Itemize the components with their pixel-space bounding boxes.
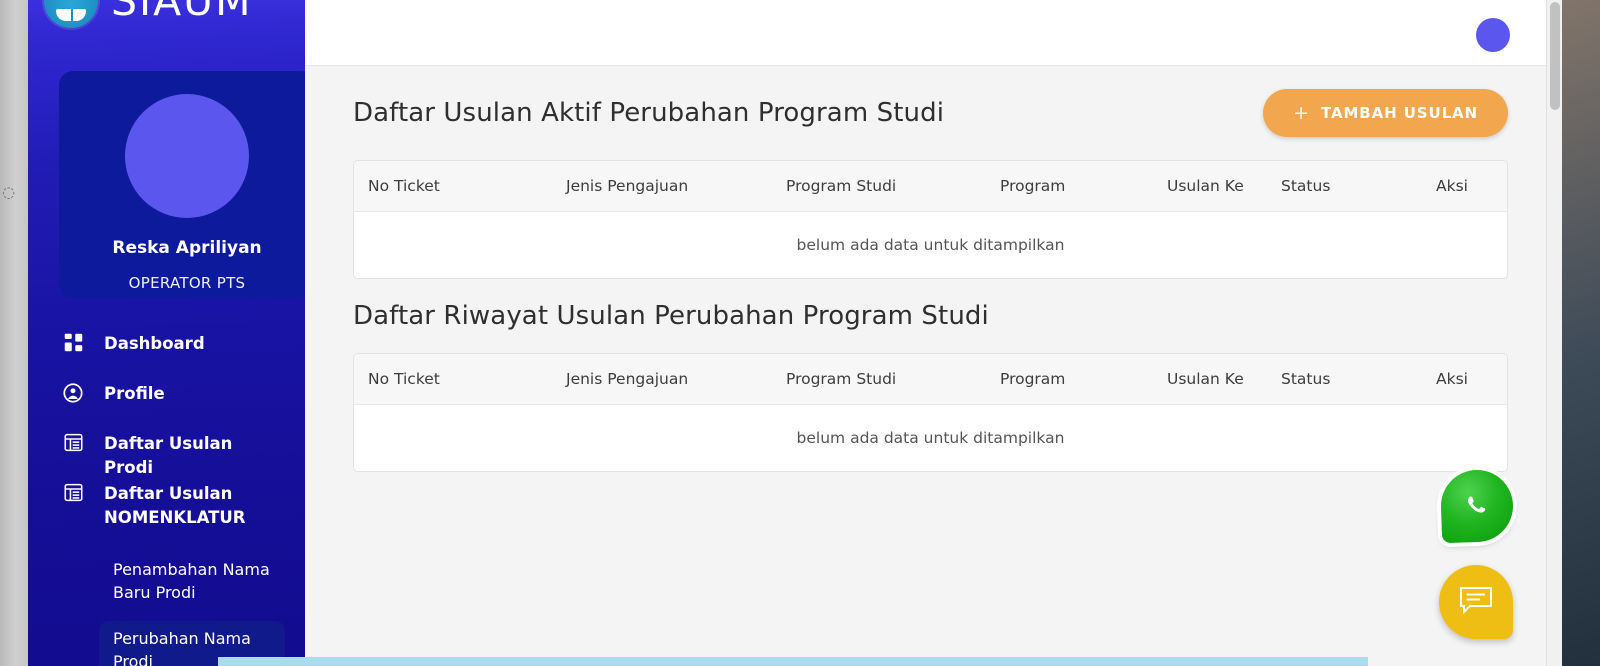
empty-state-text: belum ada data untuk ditampilkan — [354, 404, 1507, 471]
table-card-riwayat: No Ticket Jenis Pengajuan Program Studi … — [353, 353, 1508, 472]
sidebar-nav: Dashboard Profile Daftar Usulan Prodi Da… — [28, 320, 305, 666]
column-header-program: Program — [1000, 354, 1167, 405]
column-header-no-ticket: No Ticket — [354, 161, 566, 212]
column-header-jenis-pengajuan: Jenis Pengajuan — [566, 354, 786, 405]
section-header-riwayat: Daftar Riwayat Usulan Perubahan Program … — [305, 279, 1546, 353]
brand-name: SIAUM — [111, 0, 253, 25]
column-header-program-studi: Program Studi — [786, 161, 1000, 212]
whatsapp-icon — [1467, 496, 1486, 513]
usulan-aktif-table: No Ticket Jenis Pengajuan Program Studi … — [354, 161, 1507, 278]
section-header-aktif: Daftar Usulan Aktif Perubahan Program St… — [305, 66, 1546, 160]
account-circle-icon — [61, 370, 85, 404]
sidebar-item-label: Daftar Usulan NOMENKLATUR — [104, 484, 246, 527]
sidebar-item-dashboard[interactable]: Dashboard — [28, 320, 305, 370]
empty-state-text: belum ada data untuk ditampilkan — [354, 211, 1507, 278]
profile-role: OPERATOR PTS — [128, 274, 246, 292]
browser-viewport: SIAUM Reska Apriliyan OPERATOR PTS Dashb… — [28, 0, 1562, 666]
window-edge-handle-icon: ◌ — [2, 183, 16, 201]
add-usulan-button[interactable]: + TAMBAH USULAN — [1263, 89, 1508, 137]
add-usulan-label: TAMBAH USULAN — [1320, 104, 1478, 122]
plus-icon: + — [1293, 101, 1310, 124]
table-header-row: No Ticket Jenis Pengajuan Program Studi … — [354, 161, 1507, 212]
sidebar-subitem-penambahan-nama-baru-prodi[interactable]: Penambahan Nama Baru Prodi — [99, 552, 285, 611]
chat-fab[interactable] — [1439, 565, 1513, 639]
browser-window-left-edge: ◌ — [0, 0, 28, 666]
brand-logo[interactable]: SIAUM — [28, 0, 305, 32]
table-body: belum ada data untuk ditampilkan — [354, 211, 1507, 278]
desktop-background: ◌ SIAUM Reska Apriliyan OPERATOR PTS Das… — [0, 0, 1600, 666]
column-header-aksi: Aksi — [1436, 354, 1507, 405]
vertical-scrollbar[interactable] — [1546, 0, 1562, 666]
scrollbar-thumb[interactable] — [1550, 2, 1560, 110]
chat-bubble-icon — [1460, 587, 1492, 615]
topbar — [305, 0, 1546, 66]
section-title-riwayat: Daftar Riwayat Usulan Perubahan Program … — [353, 301, 989, 331]
avatar — [125, 94, 249, 218]
list-table-icon — [61, 420, 85, 453]
bottom-status-strip — [218, 657, 1368, 666]
column-header-usulan-ke: Usulan Ke — [1167, 354, 1281, 405]
table-header-row: No Ticket Jenis Pengajuan Program Studi … — [354, 354, 1507, 405]
table-card-aktif: No Ticket Jenis Pengajuan Program Studi … — [353, 160, 1508, 279]
table-row: belum ada data untuk ditampilkan — [354, 404, 1507, 471]
column-header-no-ticket: No Ticket — [354, 354, 566, 405]
column-header-aksi: Aksi — [1436, 161, 1507, 212]
table-header: No Ticket Jenis Pengajuan Program Studi … — [354, 354, 1507, 405]
table-body: belum ada data untuk ditampilkan — [354, 404, 1507, 471]
sidebar-item-daftar-usulan-prodi[interactable]: Daftar Usulan Prodi — [28, 420, 305, 477]
sidebar: SIAUM Reska Apriliyan OPERATOR PTS Dashb… — [28, 0, 305, 666]
column-header-usulan-ke: Usulan Ke — [1167, 161, 1281, 212]
topbar-avatar[interactable] — [1476, 18, 1510, 52]
list-table-icon — [61, 470, 85, 503]
usulan-riwayat-table: No Ticket Jenis Pengajuan Program Studi … — [354, 354, 1507, 471]
sidebar-item-label: Profile — [104, 384, 165, 403]
whatsapp-fab[interactable] — [1439, 468, 1515, 544]
page-title: Daftar Usulan Aktif Perubahan Program St… — [353, 98, 945, 128]
column-header-program: Program — [1000, 161, 1167, 212]
sidebar-item-profile[interactable]: Profile — [28, 370, 305, 420]
main-area: Daftar Usulan Aktif Perubahan Program St… — [305, 0, 1546, 666]
column-header-jenis-pengajuan: Jenis Pengajuan — [566, 161, 786, 212]
content-area: Daftar Usulan Aktif Perubahan Program St… — [305, 66, 1546, 666]
column-header-status: Status — [1281, 354, 1436, 405]
sidebar-item-label: Dashboard — [104, 334, 205, 353]
table-header: No Ticket Jenis Pengajuan Program Studi … — [354, 161, 1507, 212]
column-header-status: Status — [1281, 161, 1436, 212]
dashboard-grid-icon — [61, 320, 85, 353]
profile-name: Reska Apriliyan — [112, 238, 262, 258]
garuda-education-emblem-icon — [43, 0, 99, 28]
table-row: belum ada data untuk ditampilkan — [354, 211, 1507, 278]
column-header-program-studi: Program Studi — [786, 354, 1000, 405]
sidebar-item-daftar-usulan-nomenklatur[interactable]: Daftar Usulan NOMENKLATUR — [28, 470, 305, 544]
sidebar-profile-card: Reska Apriliyan OPERATOR PTS — [59, 71, 305, 298]
